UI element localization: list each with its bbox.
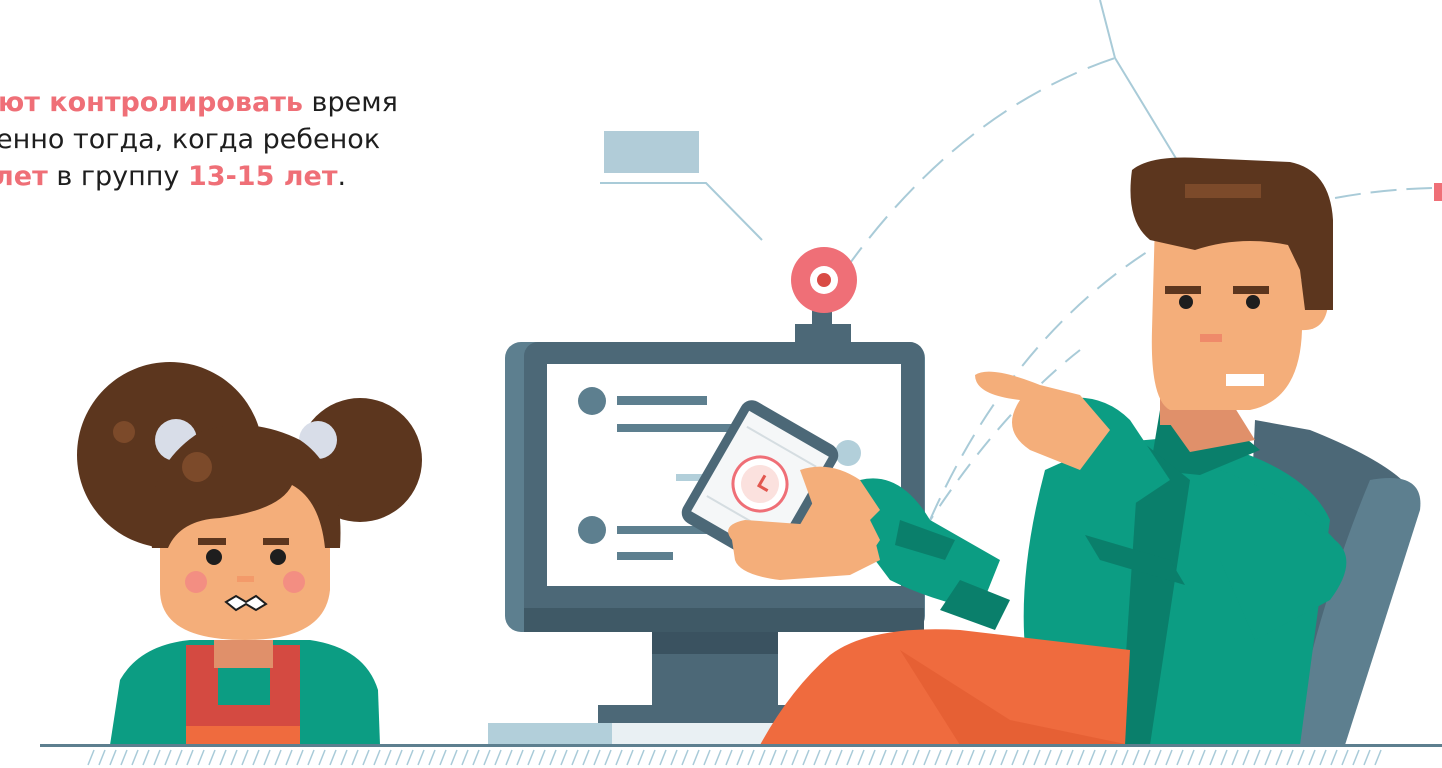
caption-line-1: ют контролировать время xyxy=(0,84,558,121)
caption-line-3: лет в группу 13-15 лет. xyxy=(0,158,554,195)
right-edge-marker xyxy=(1434,183,1442,201)
caption-text: в группу xyxy=(47,161,188,192)
caption-text: енно тогда, когда ребенок xyxy=(0,124,381,155)
girl xyxy=(77,362,422,745)
caption-text: время xyxy=(302,87,398,118)
caption-accent: лет xyxy=(0,161,48,192)
caption: ют контролировать время енно тогда, когд… xyxy=(0,84,560,195)
caption-text: . xyxy=(337,161,347,192)
callout-leader xyxy=(600,182,763,241)
caption-accent: ют контролировать xyxy=(0,87,303,118)
text-fragment-comma: , xyxy=(0,336,1,367)
caption-accent: 13-15 лет xyxy=(188,161,338,192)
floor xyxy=(40,744,1442,766)
text-fragment-period: . xyxy=(0,370,3,401)
webcam-icon xyxy=(791,247,857,342)
callout-block xyxy=(604,131,699,173)
caption-line-2: енно тогда, когда ребенок xyxy=(0,121,556,158)
